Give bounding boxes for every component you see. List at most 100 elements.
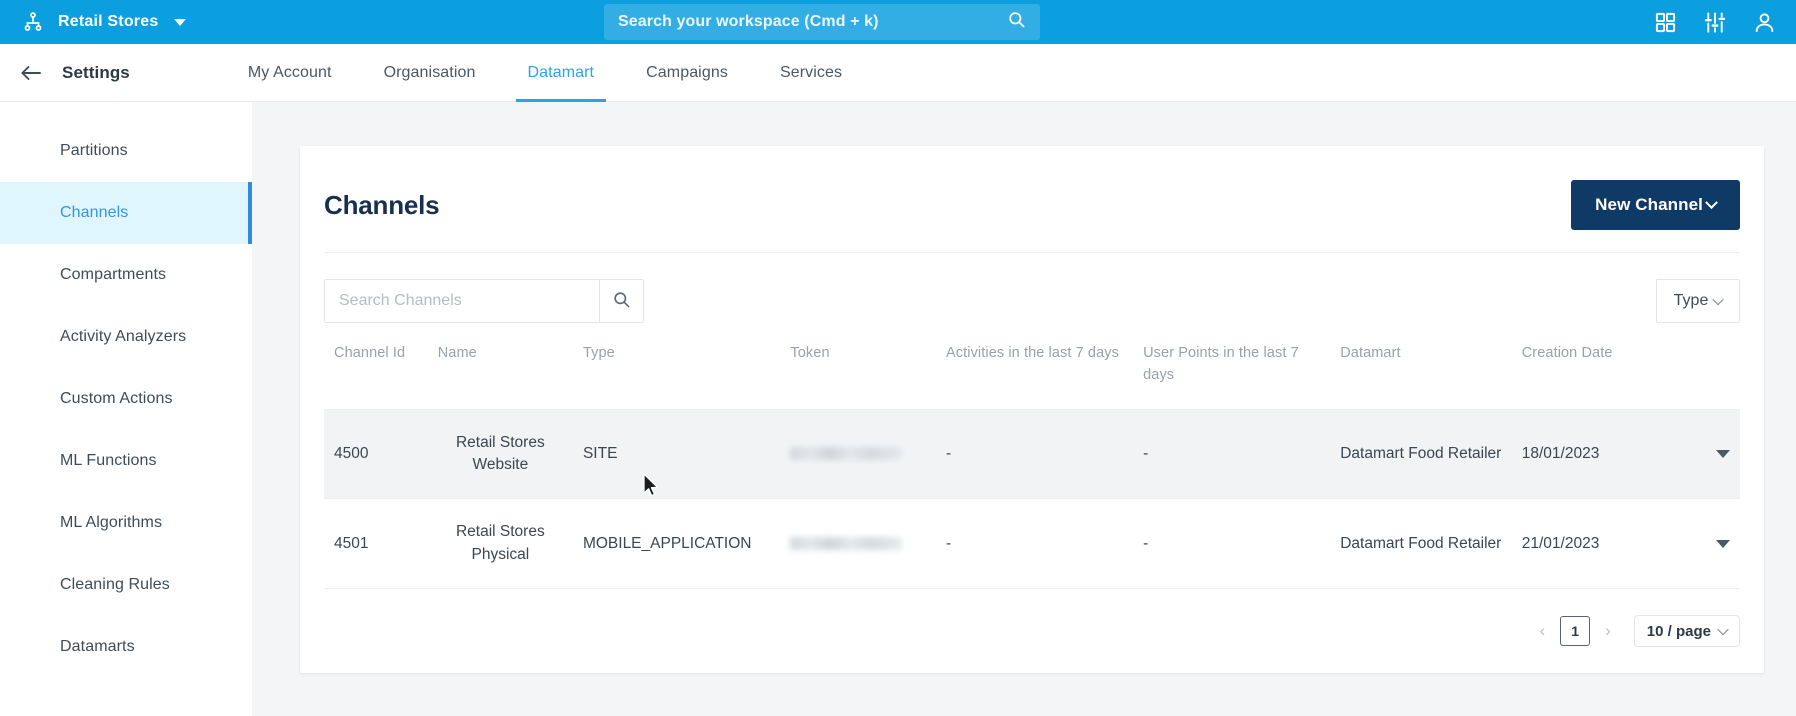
main-content: Channels New Channel Search Channels Typ…	[252, 102, 1796, 716]
cell-type: MOBILE_APPLICATION	[572, 498, 781, 590]
app-root: Retail Stores Search your workspace (Cmd…	[0, 0, 1796, 716]
sidebar-item-datamarts[interactable]: Datamarts	[0, 616, 252, 678]
cell-token	[780, 498, 937, 590]
table-head: Channel Id Name Type Token Activities in…	[324, 343, 1740, 409]
chevron-down-icon	[1705, 195, 1718, 209]
column-header-creation-date[interactable]: Creation Date	[1512, 343, 1668, 409]
tab-services[interactable]: Services	[754, 44, 868, 102]
global-search-box[interactable]: Search your workspace (Cmd + k)	[604, 4, 1040, 40]
page-size-label: 10 / page	[1646, 622, 1711, 640]
table-header-row: Channel Id Name Type Token Activities in…	[324, 343, 1740, 409]
sidebar-item-channels[interactable]: Channels	[0, 182, 252, 244]
new-channel-button[interactable]: New Channel	[1571, 180, 1740, 230]
search-submit-button[interactable]	[599, 280, 643, 322]
search-icon[interactable]	[1007, 10, 1026, 34]
sidebar-item-label: Custom Actions	[60, 390, 173, 407]
tab-label: Services	[779, 63, 843, 81]
user-account-icon[interactable]	[1753, 11, 1776, 34]
tab-organisation[interactable]: Organisation	[358, 44, 502, 102]
page-number-1[interactable]: 1	[1560, 616, 1591, 647]
table-row[interactable]: 4501 Retail Stores Physical MOBILE_APPLI…	[324, 498, 1740, 590]
sidebar-item-label: Datamarts	[60, 638, 135, 655]
tab-label: Campaigns	[646, 63, 728, 81]
search-channels-input[interactable]	[325, 280, 599, 322]
tab-datamart[interactable]: Datamart	[502, 44, 621, 102]
sidebar-item-label: Channels	[60, 204, 129, 221]
column-header-activities-7d[interactable]: Activities in the last 7 days	[936, 343, 1133, 409]
org-hierarchy-icon	[22, 11, 44, 33]
sidebar-item-ml-functions[interactable]: ML Functions	[0, 430, 252, 492]
channels-card: Channels New Channel Search Channels Typ…	[300, 146, 1764, 674]
sidebar-item-compartments[interactable]: Compartments	[0, 244, 252, 306]
tab-label: My Account	[247, 63, 332, 81]
cell-user-points-7d: -	[1133, 409, 1331, 500]
tab-campaigns[interactable]: Campaigns	[620, 44, 754, 102]
chevron-down-icon	[1717, 624, 1729, 636]
sidebar-item-label: Compartments	[60, 266, 167, 283]
channels-search-group	[324, 279, 644, 323]
channels-toolbar: Type	[324, 253, 1740, 343]
sidebar-item-cleaning-rules[interactable]: Cleaning Rules	[0, 554, 252, 616]
column-header-user-points-7d[interactable]: User Points in the last 7 days	[1133, 343, 1330, 409]
cell-channel-id: 4501	[324, 498, 428, 590]
column-header-channel-id[interactable]: Channel Id	[324, 343, 428, 409]
chevron-down-icon	[1712, 293, 1725, 306]
sidebar-item-label: Activity Analyzers	[60, 328, 187, 345]
cell-datamart: Datamart Food Retailer	[1330, 409, 1512, 500]
sidebar-item-ml-algorithms[interactable]: ML Algorithms	[0, 492, 252, 554]
column-header-actions	[1667, 343, 1740, 409]
table-row[interactable]: 4500 Retail Stores Website SITE - - Data…	[324, 409, 1740, 500]
search-icon	[612, 290, 631, 312]
column-header-token[interactable]: Token	[780, 343, 936, 409]
settings-tabs: My Account Organisation Datamart Campaig…	[222, 44, 868, 102]
tab-label: Datamart	[527, 63, 595, 81]
cell-user-points-7d: -	[1133, 498, 1331, 590]
new-channel-label: New Channel	[1595, 195, 1703, 214]
column-header-name[interactable]: Name	[428, 343, 573, 409]
card-header: Channels New Channel	[324, 146, 1740, 253]
token-redacted	[790, 447, 903, 461]
chevron-down-icon[interactable]	[174, 18, 187, 26]
type-filter-dropdown[interactable]: Type	[1656, 279, 1740, 323]
cell-name: Retail Stores Physical	[427, 498, 573, 590]
tab-label: Organisation	[383, 63, 476, 81]
token-redacted	[790, 537, 903, 551]
chevron-right-icon[interactable]: ›	[1600, 621, 1616, 641]
sidebar-item-label: Partitions	[60, 142, 128, 159]
page-title: Settings	[62, 62, 130, 82]
back-arrow-icon[interactable]	[18, 60, 44, 86]
sidebar-item-label: ML Functions	[60, 452, 157, 469]
cell-activities-7d: -	[936, 498, 1134, 590]
apps-grid-icon[interactable]	[1654, 11, 1677, 34]
global-top-bar: Retail Stores Search your workspace (Cmd…	[0, 0, 1796, 44]
cell-activities-7d: -	[936, 409, 1134, 500]
sidebar-item-label: Cleaning Rules	[60, 576, 170, 593]
global-search-placeholder: Search your workspace (Cmd + k)	[618, 13, 879, 30]
settings-header: Settings My Account Organisation Datamar…	[0, 44, 1796, 102]
card-title: Channels	[324, 189, 440, 220]
cell-token	[780, 409, 937, 500]
settings-sidebar: Partitions Channels Compartments Activit…	[0, 102, 252, 716]
cell-channel-id: 4500	[324, 409, 428, 500]
body-wrapper: Partitions Channels Compartments Activit…	[0, 102, 1796, 716]
caret-down-icon[interactable]	[1716, 539, 1730, 548]
cell-row-menu[interactable]	[1667, 498, 1740, 590]
sidebar-item-label: ML Algorithms	[60, 514, 163, 531]
sidebar-item-activity-analyzers[interactable]: Activity Analyzers	[0, 306, 252, 368]
cell-creation-date: 21/01/2023	[1511, 498, 1668, 590]
column-header-type[interactable]: Type	[573, 343, 780, 409]
caret-down-icon[interactable]	[1716, 449, 1730, 458]
sliders-settings-icon[interactable]	[1703, 11, 1727, 34]
sidebar-item-partitions[interactable]: Partitions	[0, 120, 252, 182]
cell-datamart: Datamart Food Retailer	[1330, 498, 1512, 590]
channels-table: Channel Id Name Type Token Activities in…	[324, 343, 1740, 590]
chevron-left-icon[interactable]: ‹	[1534, 621, 1550, 641]
column-header-datamart[interactable]: Datamart	[1330, 343, 1512, 409]
page-size-dropdown[interactable]: 10 / page	[1633, 615, 1740, 648]
cell-type: SITE	[572, 409, 781, 500]
cell-name: Retail Stores Website	[427, 409, 573, 500]
cell-row-menu[interactable]	[1667, 409, 1740, 500]
tab-my-account[interactable]: My Account	[222, 44, 358, 102]
workspace-selector[interactable]: Retail Stores	[0, 11, 187, 33]
sidebar-item-custom-actions[interactable]: Custom Actions	[0, 368, 252, 430]
